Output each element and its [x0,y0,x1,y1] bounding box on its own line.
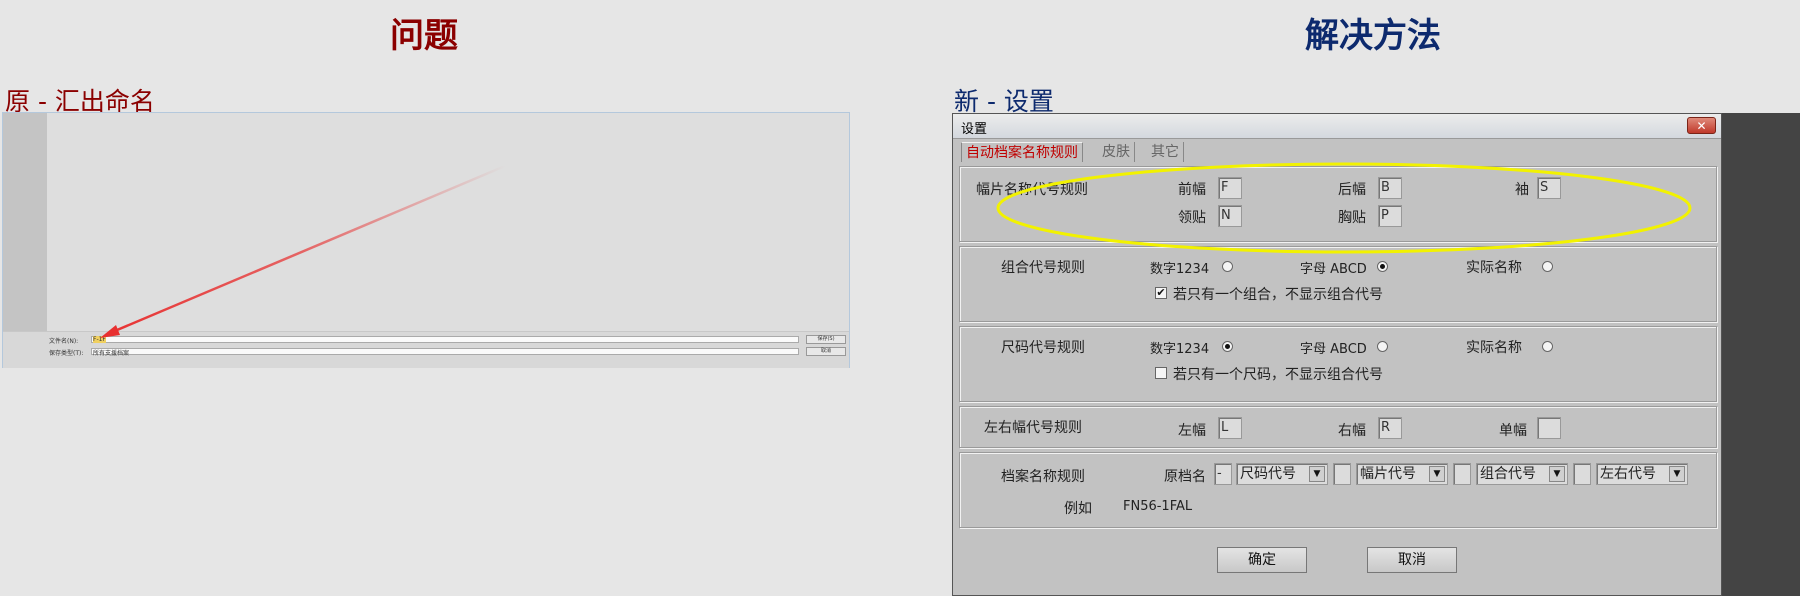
filename-rule-label: 档案名称规则 [1001,469,1085,485]
size-rule-label: 尺码代号规则 [1001,340,1085,356]
yellow-highlight-ellipse [996,162,1692,254]
piece-code-select-value: 幅片代号 [1360,466,1416,482]
separator-input-1[interactable]: - [1214,463,1232,485]
size-hide-label: 若只有一个尺码，不显示组合代号 [1173,367,1383,383]
size-letter-radio[interactable] [1377,341,1388,352]
chevron-down-icon[interactable]: ▼ [1309,466,1325,482]
cancel-dialog-button[interactable]: 取消 [1367,547,1457,573]
chevron-down-icon[interactable]: ▼ [1669,466,1685,482]
size-number-label: 数字1234 [1150,342,1210,357]
combo-code-select-value: 组合代号 [1480,466,1536,482]
size-actual-radio[interactable] [1542,341,1553,352]
left-piece-code-input[interactable]: L [1218,417,1242,439]
lr-rule-label: 左右幅代号规则 [984,420,1082,436]
size-code-rule-group: 尺码代号规则 数字1234 字母 ABCD 实际名称 若只有一个尺码，不显示组合… [959,326,1717,402]
piece-code-select[interactable]: 幅片代号 ▼ [1356,463,1448,485]
size-hide-checkbox[interactable] [1155,367,1167,379]
size-letter-label: 字母 ABCD [1300,342,1367,357]
right-piece-code-input[interactable]: R [1378,417,1402,439]
solution-heading: 解决方法 [1305,16,1441,56]
lr-code-select[interactable]: 左右代号 ▼ [1596,463,1688,485]
left-right-rule-group: 左右幅代号规则 左幅 L 右幅 R 单幅 [959,406,1717,448]
separator-input-2[interactable] [1333,463,1351,485]
settings-dialog: 设置 ✕ 自动档案名称规则 皮肤 其它 幅片名称代号规则 前幅 F 后幅 B 袖… [952,113,1722,596]
ok-button[interactable]: 确定 [1217,547,1307,573]
arrow-shaft [109,164,506,335]
right-piece-label: 右幅 [1338,423,1366,439]
single-piece-code-input[interactable] [1537,417,1561,439]
single-piece-label: 单幅 [1499,423,1527,439]
filename-rule-group: 档案名称规则 原档名 - 尺码代号 ▼ 幅片代号 ▼ 组合代号 ▼ 左右代号 ▼… [959,452,1717,528]
size-code-select[interactable]: 尺码代号 ▼ [1236,463,1328,485]
arrow-head [100,325,120,338]
lr-code-select-value: 左右代号 [1600,466,1656,482]
size-actual-label: 实际名称 [1466,340,1522,356]
example-value: FN56-1FAL [1123,499,1193,514]
size-code-select-value: 尺码代号 [1240,466,1296,482]
combo-code-select[interactable]: 组合代号 ▼ [1476,463,1568,485]
red-arrow-annotation [100,164,506,338]
left-piece-label: 左幅 [1178,423,1206,439]
size-number-radio[interactable] [1222,341,1233,352]
separator-input-3[interactable] [1453,463,1471,485]
example-label: 例如 [1064,501,1092,517]
chevron-down-icon[interactable]: ▼ [1429,466,1445,482]
chevron-down-icon[interactable]: ▼ [1549,466,1565,482]
background-window [1722,113,1800,596]
original-name-label: 原档名 [1164,469,1206,485]
separator-input-4[interactable] [1573,463,1591,485]
